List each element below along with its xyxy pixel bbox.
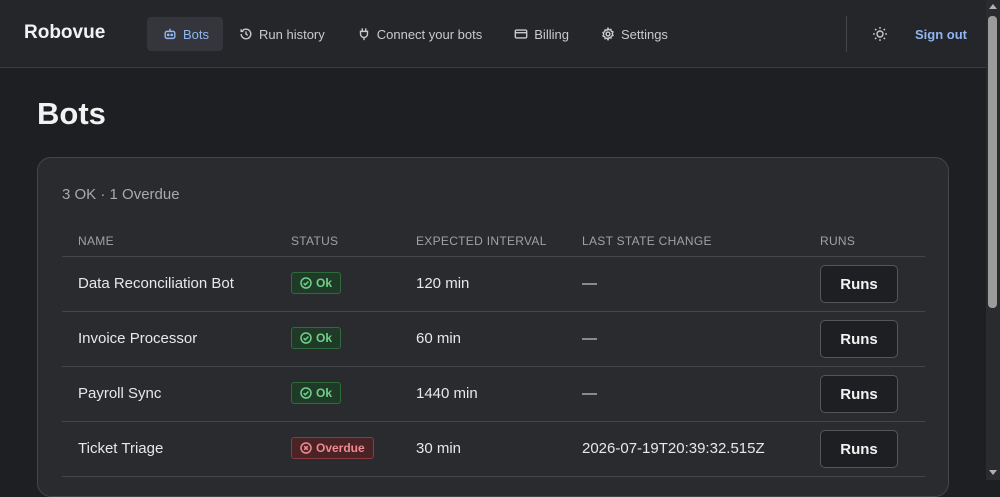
table-row: Payroll Sync Ok 1440 min — Runs — [62, 367, 925, 422]
status-label: Overdue — [316, 441, 365, 455]
bot-name: Invoice Processor — [78, 330, 198, 347]
column-header-name: NAME — [78, 234, 114, 248]
brand-logo-text[interactable]: Robovue — [24, 22, 105, 44]
status-label: Ok — [316, 386, 333, 400]
nav-item-billing[interactable]: Billing — [498, 17, 585, 51]
bots-card: 3 OK · 1 Overdue NAME STATUS EXPECTED IN… — [37, 157, 949, 497]
expected-interval: 1440 min — [416, 385, 478, 402]
column-header-last-state-change: LAST STATE CHANGE — [582, 234, 712, 248]
last-state-change: — — [582, 330, 597, 347]
scrollbar-thumb[interactable] — [988, 16, 997, 308]
last-state-change: — — [582, 275, 597, 292]
last-state-change: — — [582, 385, 597, 402]
bots-table: NAME STATUS EXPECTED INTERVAL LAST STATE… — [62, 226, 925, 477]
status-label: Ok — [316, 331, 333, 345]
expected-interval: 120 min — [416, 275, 470, 292]
x-circle-icon — [300, 442, 312, 454]
status-badge: Ok — [291, 272, 342, 294]
gear-icon — [602, 27, 614, 41]
nav-item-settings[interactable]: Settings — [585, 17, 684, 51]
nav-item-label: Connect your bots — [376, 26, 483, 42]
column-header-runs: RUNS — [820, 234, 856, 248]
sign-out-link[interactable]: Sign out — [915, 27, 967, 42]
nav-item-run-history[interactable]: Run history — [223, 17, 341, 51]
status-label: Ok — [316, 276, 333, 290]
nav-item-label: Run history — [259, 26, 325, 42]
bot-name: Payroll Sync — [78, 385, 162, 402]
runs-button[interactable]: Runs — [820, 375, 898, 413]
nav-item-label: Bots — [182, 26, 209, 42]
check-circle-icon — [300, 332, 312, 344]
credit-card-icon — [514, 29, 528, 39]
check-circle-icon — [300, 277, 312, 289]
last-state-change: 2026-07-19T20:39:32.515Z — [582, 440, 765, 457]
nav-divider — [846, 16, 847, 52]
bot-name: Data Reconciliation Bot — [78, 275, 234, 292]
table-row: Ticket Triage Overdue 30 min 2026-07-19T… — [62, 422, 925, 477]
plug-icon — [359, 28, 368, 41]
nav-item-connect-bots[interactable]: Connect your bots — [341, 17, 499, 51]
status-badge: Overdue — [291, 437, 374, 459]
runs-button[interactable]: Runs — [820, 320, 898, 358]
bot-icon — [164, 28, 176, 40]
column-header-expected-interval: EXPECTED INTERVAL — [416, 234, 547, 248]
bot-name: Ticket Triage — [78, 440, 164, 457]
scroll-down-arrow-icon[interactable] — [989, 470, 997, 475]
table-row: Data Reconciliation Bot Ok 120 min — Run… — [62, 257, 925, 312]
scroll-up-arrow-icon[interactable] — [989, 4, 997, 9]
table-header: NAME STATUS EXPECTED INTERVAL LAST STATE… — [62, 226, 925, 257]
theme-toggle-button[interactable] — [872, 26, 888, 42]
history-icon — [240, 28, 252, 40]
column-header-status: STATUS — [291, 234, 339, 248]
main-nav: Bots Run history Connect your bots Billi… — [147, 17, 684, 51]
expected-interval: 30 min — [416, 440, 462, 457]
status-badge: Ok — [291, 382, 342, 404]
nav-item-bots[interactable]: Bots — [147, 17, 223, 51]
status-badge: Ok — [291, 327, 342, 349]
nav-item-label: Billing — [534, 26, 569, 42]
sun-icon — [873, 27, 887, 41]
page-scrollbar[interactable] — [986, 0, 1000, 480]
nav-item-label: Settings — [620, 26, 668, 42]
expected-interval: 60 min — [416, 330, 462, 347]
page-title: Bots — [37, 96, 106, 131]
top-navigation-bar: Robovue Bots Run history Connect your bo… — [0, 0, 986, 68]
runs-button[interactable]: Runs — [820, 265, 898, 303]
runs-button[interactable]: Runs — [820, 430, 898, 468]
check-circle-icon — [300, 387, 312, 399]
bots-status-summary: 3 OK · 1 Overdue — [62, 186, 180, 203]
table-row: Invoice Processor Ok 60 min — Runs — [62, 312, 925, 367]
